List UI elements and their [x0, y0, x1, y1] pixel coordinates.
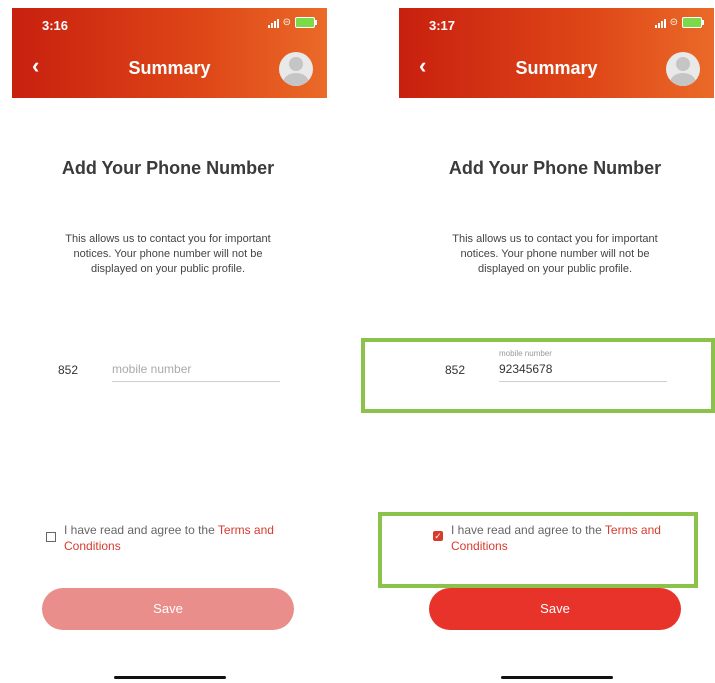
user-avatar-icon[interactable] — [666, 52, 700, 86]
save-button[interactable]: Save — [42, 588, 294, 630]
page-description: This allows us to contact you for import… — [452, 233, 658, 275]
battery-icon — [295, 17, 317, 28]
link-icon: ⊝ — [669, 17, 678, 28]
page-title: Add Your Phone Number — [448, 158, 662, 178]
checkbox-icon[interactable] — [46, 532, 56, 542]
status-time: 3:17 — [429, 18, 456, 33]
home-indicator — [114, 676, 226, 679]
phone-number-row: 852 — [12, 340, 324, 390]
app-header: 3:17 ⊝ ‹ Summary — [399, 8, 714, 98]
signal-icon — [267, 18, 279, 28]
highlight-box-phone-field — [361, 338, 715, 413]
user-avatar-icon[interactable] — [279, 52, 313, 86]
terms-prefix: I have read and agree to the — [64, 523, 218, 537]
highlight-box-terms — [378, 512, 698, 588]
link-icon: ⊝ — [282, 17, 291, 28]
status-icons: ⊝ — [267, 17, 317, 28]
page-description: This allows us to contact you for import… — [65, 233, 271, 275]
save-button[interactable]: Save — [429, 588, 681, 630]
battery-icon — [682, 17, 704, 28]
phone-screen-left: 3:16 ⊝ ‹ Summary Add Your Phone Number T… — [12, 0, 327, 683]
signal-icon — [654, 18, 666, 28]
status-time: 3:16 — [42, 18, 69, 33]
terms-text: I have read and agree to the Terms and C… — [64, 522, 304, 554]
mobile-number-input[interactable] — [112, 357, 280, 382]
app-header: 3:16 ⊝ ‹ Summary — [12, 8, 327, 98]
page-title: Add Your Phone Number — [61, 158, 275, 178]
home-indicator — [501, 676, 613, 679]
status-icons: ⊝ — [654, 17, 704, 28]
country-code[interactable]: 852 — [58, 363, 78, 377]
